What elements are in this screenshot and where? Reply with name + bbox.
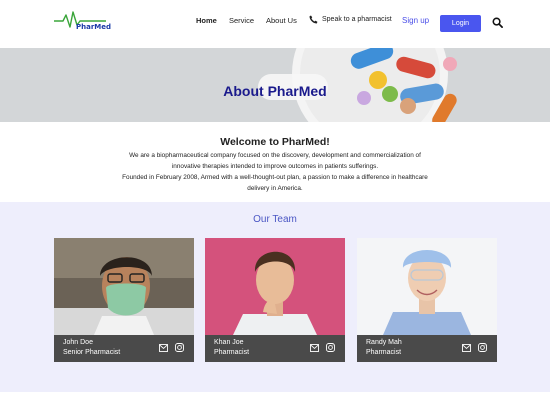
page-title: About PharMed (223, 83, 327, 99)
mail-icon[interactable] (462, 344, 471, 352)
team-member-photo (205, 238, 345, 335)
team-card: Randy Mah Pharmacist (357, 238, 497, 362)
team-card-footer: John Doe Senior Pharmacist (54, 335, 194, 362)
instagram-icon[interactable] (478, 343, 487, 352)
site-header: PharMed Home Service About Us Speak to a… (0, 0, 550, 48)
search-icon[interactable] (492, 17, 503, 28)
member-role: Senior Pharmacist (63, 349, 121, 356)
nav-service[interactable]: Service (229, 16, 254, 25)
brand-logo[interactable]: PharMed (54, 10, 112, 36)
member-name: John Doe (63, 339, 93, 346)
welcome-text-line: delivery in America. (247, 185, 303, 192)
speak-to-pharmacist-link[interactable]: Speak to a pharmacist (309, 15, 392, 24)
mail-icon[interactable] (159, 344, 168, 352)
team-title: Our Team (253, 214, 297, 225)
team-card: John Doe Senior Pharmacist (54, 238, 194, 362)
member-name: Randy Mah (366, 339, 402, 346)
instagram-icon[interactable] (175, 343, 184, 352)
member-role: Pharmacist (366, 349, 402, 356)
phone-label: Speak to a pharmacist (322, 16, 392, 23)
team-card-footer: Randy Mah Pharmacist (357, 335, 497, 362)
team-member-photo (54, 238, 194, 335)
member-role: Pharmacist (214, 349, 250, 356)
nav-home[interactable]: Home (196, 16, 217, 25)
signup-link[interactable]: Sign up (402, 16, 429, 25)
welcome-text-line: innovative therapies intended to improve… (171, 163, 379, 170)
phone-icon (309, 15, 318, 24)
welcome-title: Welcome to PharMed! (220, 136, 330, 148)
instagram-icon[interactable] (326, 343, 335, 352)
team-card: Khan Joe Pharmacist (205, 238, 345, 362)
team-section: Our Team John Doe Senior Pharmacist Khan… (0, 202, 550, 392)
mail-icon[interactable] (310, 344, 319, 352)
welcome-text-line: We are a biopharmaceutical company focus… (129, 152, 421, 159)
team-member-photo (357, 238, 497, 335)
welcome-section: Welcome to PharMed! We are a biopharmace… (0, 122, 550, 202)
page-bottom-strip (0, 392, 550, 400)
login-button[interactable]: Login (440, 15, 481, 32)
team-card-footer: Khan Joe Pharmacist (205, 335, 345, 362)
brand-name: PharMed (76, 23, 112, 31)
about-banner: About PharMed (0, 48, 550, 122)
welcome-text-line: Founded in February 2008, Armed with a w… (122, 174, 428, 181)
nav-about-us[interactable]: About Us (266, 16, 297, 25)
member-name: Khan Joe (214, 339, 244, 346)
